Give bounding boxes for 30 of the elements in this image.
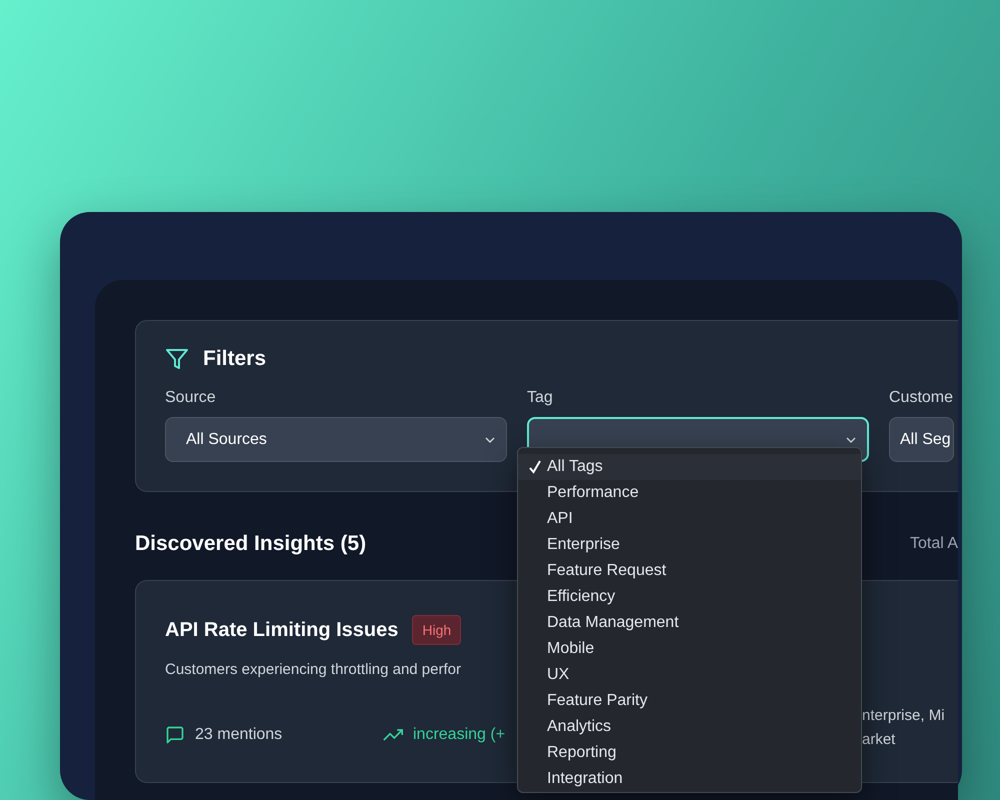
dropdown-option[interactable]: Feature Request — [518, 558, 861, 584]
dropdown-option[interactable]: Reporting — [518, 740, 861, 766]
dropdown-option[interactable]: Analytics — [518, 714, 861, 740]
dropdown-option[interactable]: UX — [518, 662, 861, 688]
dropdown-option[interactable]: Feature Parity — [518, 688, 861, 714]
total-summary: Total A — [910, 535, 958, 553]
mentions-count: 23 mentions — [195, 726, 282, 744]
segments-text: nterprise, Mi arket — [862, 706, 945, 750]
filter-label: Source — [165, 389, 217, 407]
filter-label: Custome — [889, 389, 954, 407]
dropdown-option[interactable]: All Tags — [518, 454, 861, 480]
dropdown-option[interactable]: Performance — [518, 480, 861, 506]
dropdown-option[interactable]: API — [518, 506, 861, 532]
dropdown-option[interactable]: Data Management — [518, 610, 861, 636]
dropdown-option[interactable]: Efficiency — [518, 584, 861, 610]
insight-description: Customers experiencing throttling and perfor — [165, 661, 461, 678]
filter-select[interactable]: All Sources — [165, 417, 507, 462]
trend-text: increasing (+ — [413, 726, 506, 744]
filter-label: Tag — [527, 389, 554, 407]
check-icon — [529, 460, 541, 474]
dropdown-option[interactable]: Mobile — [518, 636, 861, 662]
filter-icon — [165, 347, 189, 371]
filter-select[interactable]: All Seg — [889, 417, 954, 462]
priority-badge: High — [412, 615, 462, 645]
filters-title: Filters — [203, 347, 266, 371]
dropdown-option[interactable]: Enterprise — [518, 532, 861, 558]
insight-title: API Rate Limiting Issues — [165, 618, 398, 642]
insights-heading: Discovered Insights (5) — [135, 532, 366, 556]
dropdown-option[interactable]: Integration — [518, 766, 861, 792]
chat-icon — [165, 725, 185, 745]
